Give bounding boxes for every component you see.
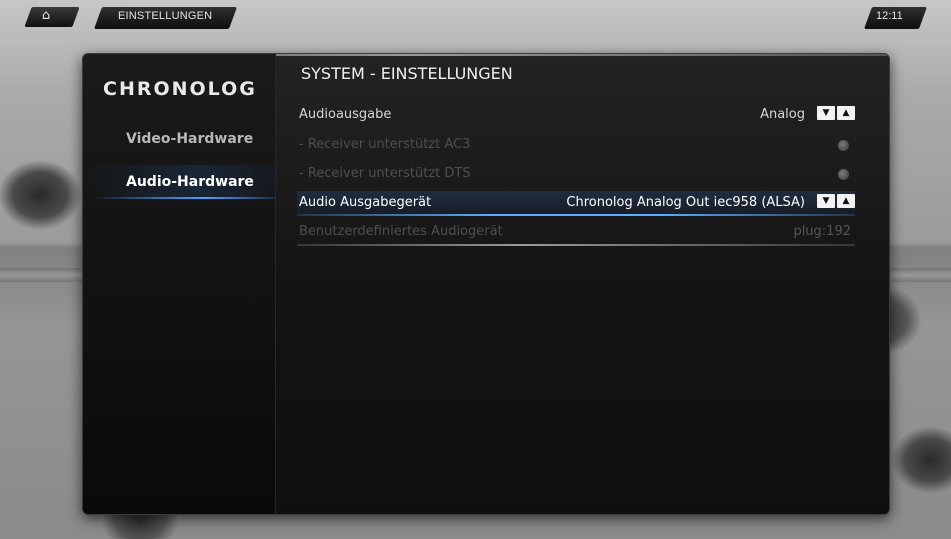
top-bar: ⌂ EINSTELLUNGEN 12:11 xyxy=(0,0,951,30)
value-spinner[interactable]: ▼ ▲ xyxy=(817,194,855,210)
section-heading: SYSTEM - EINSTELLUNGEN xyxy=(301,64,513,83)
spinner-down-button[interactable]: ▼ xyxy=(817,106,835,120)
setting-label: Audio Ausgabegerät xyxy=(299,195,432,210)
setting-row-audioausgabe[interactable]: Audioausgabe Analog ▼ ▲ xyxy=(297,103,855,127)
sidebar-item-audio-hardware[interactable]: Audio-Hardware xyxy=(83,165,276,199)
value-spinner[interactable]: ▼ ▲ xyxy=(817,106,855,122)
clock: 12:11 xyxy=(876,10,903,22)
sidebar: CHRONOLOG Video-Hardware Audio-Hardware xyxy=(83,54,276,514)
setting-label: Benutzerdefiniertes Audiogerät xyxy=(299,224,503,239)
setting-label: Audioausgabe xyxy=(299,107,392,122)
setting-row-benutzerdefiniertes-audiogeraet: Benutzerdefiniertes Audiogerät plug:192 xyxy=(297,220,855,246)
setting-row-audio-ausgabegeraet[interactable]: Audio Ausgabegerät Chronolog Analog Out … xyxy=(297,191,855,216)
setting-label: - Receiver unterstützt DTS xyxy=(299,166,471,181)
radio-indicator xyxy=(838,140,849,151)
home-icon[interactable]: ⌂ xyxy=(39,9,53,23)
spinner-up-button[interactable]: ▲ xyxy=(837,194,855,208)
setting-value: plug:192 xyxy=(793,224,851,239)
page-title: EINSTELLUNGEN xyxy=(118,10,213,22)
spinner-down-button[interactable]: ▼ xyxy=(817,194,835,208)
logo: CHRONOLOG xyxy=(103,78,257,100)
radio-indicator xyxy=(838,169,849,180)
setting-row-dts: - Receiver unterstützt DTS xyxy=(297,162,855,186)
sidebar-item-video-hardware[interactable]: Video-Hardware xyxy=(83,122,276,156)
setting-value: Chronolog Analog Out iec958 (ALSA) xyxy=(566,195,805,210)
setting-row-ac3: - Receiver unterstützt AC3 xyxy=(297,133,855,157)
settings-panel: CHRONOLOG Video-Hardware Audio-Hardware … xyxy=(82,53,890,515)
setting-label: - Receiver unterstützt AC3 xyxy=(299,137,471,152)
setting-value: Analog xyxy=(760,107,805,122)
spinner-up-button[interactable]: ▲ xyxy=(837,106,855,120)
